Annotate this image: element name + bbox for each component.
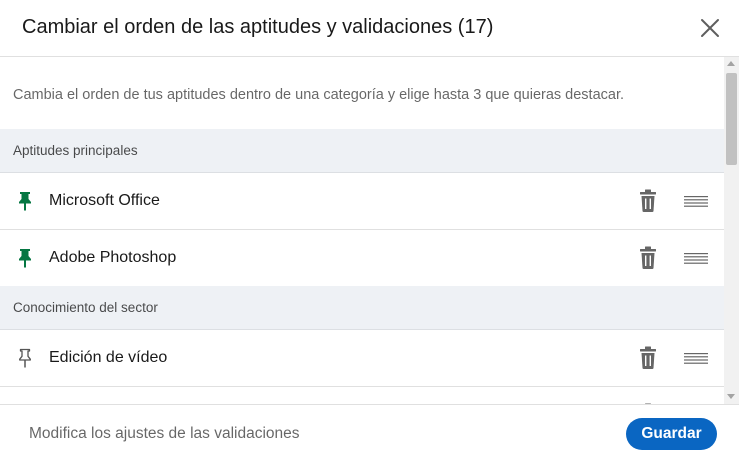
endorsement-settings-link[interactable]: Modifica los ajustes de las validaciones bbox=[29, 425, 300, 443]
skill-label: Edición de vídeo bbox=[49, 349, 168, 366]
dialog-footer: Modifica los ajustes de las validaciones… bbox=[0, 404, 739, 461]
section-header-industry-knowledge: Conocimiento del sector bbox=[0, 286, 724, 330]
pin-outline-icon[interactable] bbox=[16, 348, 34, 368]
dialog-header: Cambiar el orden de las aptitudes y vali… bbox=[0, 0, 739, 57]
close-icon bbox=[701, 19, 719, 37]
section-title: Conocimiento del sector bbox=[13, 300, 158, 315]
drag-handle-icon[interactable] bbox=[684, 251, 708, 265]
pin-filled-icon[interactable] bbox=[16, 248, 34, 268]
scrollbar[interactable] bbox=[724, 57, 739, 404]
section-header-top-skills: Aptitudes principales bbox=[0, 129, 724, 173]
close-button[interactable] bbox=[694, 12, 726, 44]
skill-row[interactable]: Microsoft Office bbox=[0, 173, 724, 230]
trash-icon[interactable] bbox=[638, 346, 658, 370]
skill-row[interactable]: Edición de vídeo bbox=[0, 330, 724, 387]
drag-handle-icon[interactable] bbox=[684, 194, 708, 208]
scroll-up-arrow-icon[interactable] bbox=[727, 61, 735, 66]
skill-label: Adobe Photoshop bbox=[49, 249, 177, 266]
drag-handle-icon[interactable] bbox=[684, 351, 708, 365]
section-title: Aptitudes principales bbox=[13, 143, 138, 158]
skill-label: Microsoft Office bbox=[49, 192, 160, 209]
trash-icon[interactable] bbox=[638, 189, 658, 213]
skill-row[interactable]: Adobe Photoshop bbox=[0, 230, 724, 287]
save-button[interactable]: Guardar bbox=[626, 418, 717, 450]
skill-row[interactable] bbox=[0, 387, 724, 404]
scrollbar-thumb[interactable] bbox=[726, 73, 737, 165]
intro-text: Cambia el orden de tus aptitudes dentro … bbox=[13, 87, 625, 103]
pin-filled-icon[interactable] bbox=[16, 191, 34, 211]
trash-icon[interactable] bbox=[638, 246, 658, 270]
scroll-down-arrow-icon[interactable] bbox=[727, 394, 735, 399]
dialog-title: Cambiar el orden de las aptitudes y vali… bbox=[22, 16, 494, 38]
reorder-skills-dialog: Cambiar el orden de las aptitudes y vali… bbox=[0, 0, 739, 461]
dialog-body[interactable]: Cambia el orden de tus aptitudes dentro … bbox=[0, 57, 739, 404]
